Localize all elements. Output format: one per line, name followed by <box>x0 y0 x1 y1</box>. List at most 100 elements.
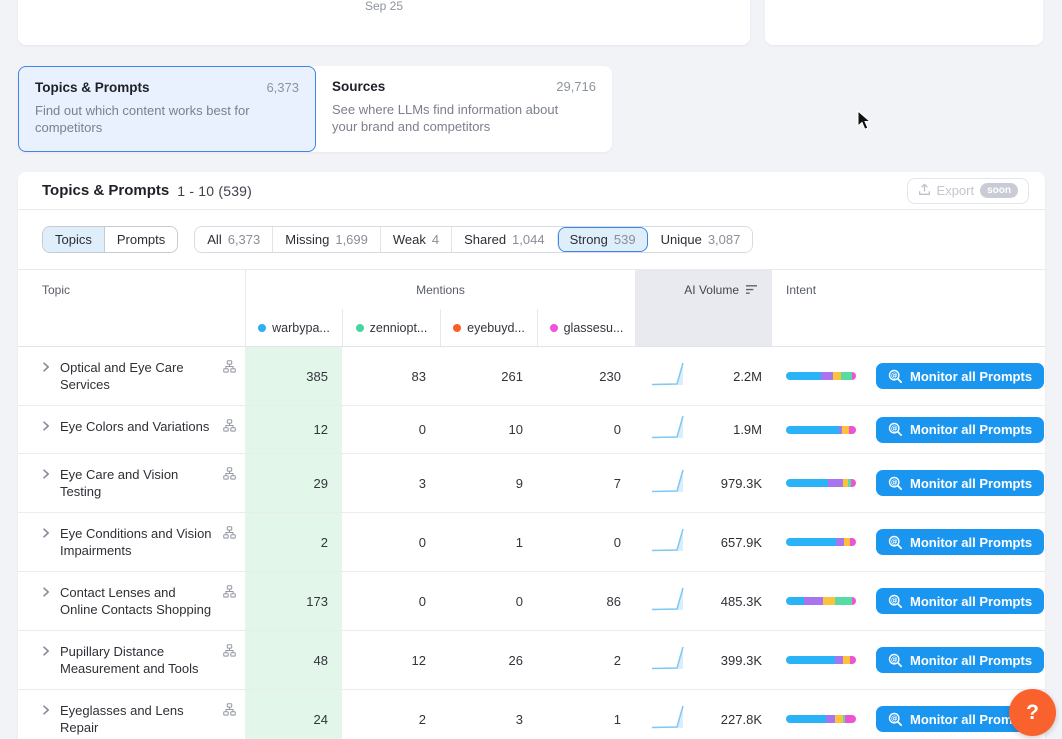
x-axis-date-label: Sep 25 <box>18 0 750 13</box>
ai-volume-value: 2.2M <box>733 369 762 384</box>
monitor-button-label: Monitor all Prompts <box>910 653 1032 668</box>
table-body: Optical and Eye Care Services38583261230… <box>18 347 1045 739</box>
competitor-column-header[interactable]: zenniopt... <box>342 309 440 346</box>
svg-text:@: @ <box>891 425 898 433</box>
export-label: Export <box>937 183 975 198</box>
filter-unique[interactable]: Unique3,087 <box>648 227 753 252</box>
filter-missing[interactable]: Missing1,699 <box>272 227 380 252</box>
intent-distribution-bar <box>786 372 856 380</box>
mentions-value: 230 <box>537 347 635 405</box>
competitor-column-header[interactable]: glassesu... <box>537 309 635 346</box>
topic-hierarchy-icon[interactable] <box>223 526 236 544</box>
monitor-all-prompts-button[interactable]: @Monitor all Prompts <box>876 363 1044 389</box>
topic-hierarchy-icon[interactable] <box>223 585 236 603</box>
view-toggle-prompts[interactable]: Prompts <box>104 227 177 252</box>
mentions-value: 0 <box>537 513 635 571</box>
mentions-value: 83 <box>342 347 440 405</box>
topic-name: Pupillary Distance Measurement and Tools <box>60 643 237 677</box>
intent-cell: @Monitor all Prompts <box>772 513 1045 571</box>
expand-row-button[interactable] <box>38 419 54 435</box>
export-button[interactable]: Export soon <box>907 178 1029 204</box>
filter-strong[interactable]: Strong539 <box>557 227 648 252</box>
monitor-all-prompts-button[interactable]: @Monitor all Prompts <box>876 417 1044 443</box>
mentions-value: 173 <box>245 572 342 630</box>
mentions-value: 0 <box>440 572 537 630</box>
card-topics-and-prompts[interactable]: Topics & Prompts 6,373 Find out which co… <box>18 66 316 152</box>
intent-segment <box>850 656 856 664</box>
ai-volume-cell: 2.2M <box>635 347 772 405</box>
mentions-value: 7 <box>537 454 635 512</box>
expand-row-button[interactable] <box>38 703 54 719</box>
intent-cell: @Monitor all Prompts <box>772 631 1045 689</box>
view-toggle-topics[interactable]: Topics <box>43 227 104 252</box>
intent-segment <box>786 597 804 605</box>
topic-name: Optical and Eye Care Services <box>60 359 237 393</box>
topic-name: Eye Colors and Variations <box>60 418 237 435</box>
intent-distribution-bar <box>786 597 856 605</box>
expand-row-button[interactable] <box>38 526 54 542</box>
table-row: Optical and Eye Care Services38583261230… <box>18 347 1045 406</box>
table-row: Contact Lenses and Online Contacts Shopp… <box>18 572 1045 631</box>
filter-weak[interactable]: Weak4 <box>380 227 451 252</box>
intent-segment <box>852 597 856 605</box>
competitor-column-header[interactable]: warbypa... <box>245 309 342 346</box>
prompt-monitor-icon: @ <box>888 369 903 384</box>
filter-shared[interactable]: Shared1,044 <box>451 227 556 252</box>
expand-row-button[interactable] <box>38 467 54 483</box>
topic-cell: Optical and Eye Care Services <box>18 347 245 405</box>
table-row: Eye Conditions and Vision Impairments201… <box>18 513 1045 572</box>
topic-hierarchy-icon[interactable] <box>223 703 236 721</box>
mentions-value: 10 <box>440 406 537 453</box>
ai-volume-cell: 979.3K <box>635 454 772 512</box>
ai-volume-value: 399.3K <box>721 653 762 668</box>
filter-count: 6,373 <box>228 232 261 247</box>
intent-segment <box>845 715 856 723</box>
mentions-value: 86 <box>537 572 635 630</box>
topic-name: Contact Lenses and Online Contacts Shopp… <box>60 584 237 618</box>
intent-segment <box>835 656 843 664</box>
expand-row-button[interactable] <box>38 360 54 376</box>
ai-volume-cell: 227.8K <box>635 690 772 739</box>
svg-text:@: @ <box>891 537 898 545</box>
intent-segment <box>786 426 839 434</box>
ai-volume-cell: 1.9M <box>635 406 772 453</box>
filter-count: 539 <box>614 232 636 247</box>
table-row: Eye Care and Vision Testing29397979.3K@M… <box>18 454 1045 513</box>
mentions-value: 48 <box>245 631 342 689</box>
help-button[interactable]: ? <box>1009 689 1056 736</box>
topic-hierarchy-icon[interactable] <box>223 467 236 485</box>
mentions-value: 261 <box>440 347 537 405</box>
intent-distribution-bar <box>786 479 856 487</box>
column-header-ai-volume[interactable]: AI Volume <box>635 270 772 309</box>
trend-sparkline <box>651 644 689 677</box>
monitor-all-prompts-button[interactable]: @Monitor all Prompts <box>876 470 1044 496</box>
mentions-value: 0 <box>342 406 440 453</box>
intent-segment <box>826 715 835 723</box>
filter-count: 3,087 <box>708 232 741 247</box>
competitor-column-header[interactable]: eyebuyd... <box>440 309 537 346</box>
svg-text:@: @ <box>891 714 898 722</box>
prompts-panel-card: See prompts ← 1/2 → <box>765 0 1043 45</box>
topic-hierarchy-icon[interactable] <box>223 360 236 378</box>
table-title: Topics & Prompts <box>42 182 169 199</box>
mentions-value: 1 <box>537 690 635 739</box>
column-header-mentions: Mentions <box>245 270 635 309</box>
mentions-value: 26 <box>440 631 537 689</box>
topic-hierarchy-icon[interactable] <box>223 419 236 437</box>
expand-row-button[interactable] <box>38 644 54 660</box>
monitor-all-prompts-button[interactable]: @Monitor all Prompts <box>876 647 1044 673</box>
filter-all[interactable]: All6,373 <box>195 227 272 252</box>
mentions-value: 3 <box>440 690 537 739</box>
svg-text:@: @ <box>891 478 898 486</box>
intent-segment <box>804 597 823 605</box>
strength-filters: All6,373Missing1,699Weak4Shared1,044Stro… <box>194 226 753 253</box>
monitor-all-prompts-button[interactable]: @Monitor all Prompts <box>876 588 1044 614</box>
card-sources[interactable]: Sources 29,716 See where LLMs find infor… <box>316 66 612 152</box>
topic-hierarchy-icon[interactable] <box>223 644 236 662</box>
expand-row-button[interactable] <box>38 585 54 601</box>
table-range: 1 - 10 (539) <box>177 183 252 199</box>
trend-sparkline <box>651 413 689 446</box>
intent-segment <box>828 479 843 487</box>
table-header: Topic Mentions AI Volume Intent warbypa.… <box>18 270 1045 347</box>
monitor-all-prompts-button[interactable]: @Monitor all Prompts <box>876 529 1044 555</box>
